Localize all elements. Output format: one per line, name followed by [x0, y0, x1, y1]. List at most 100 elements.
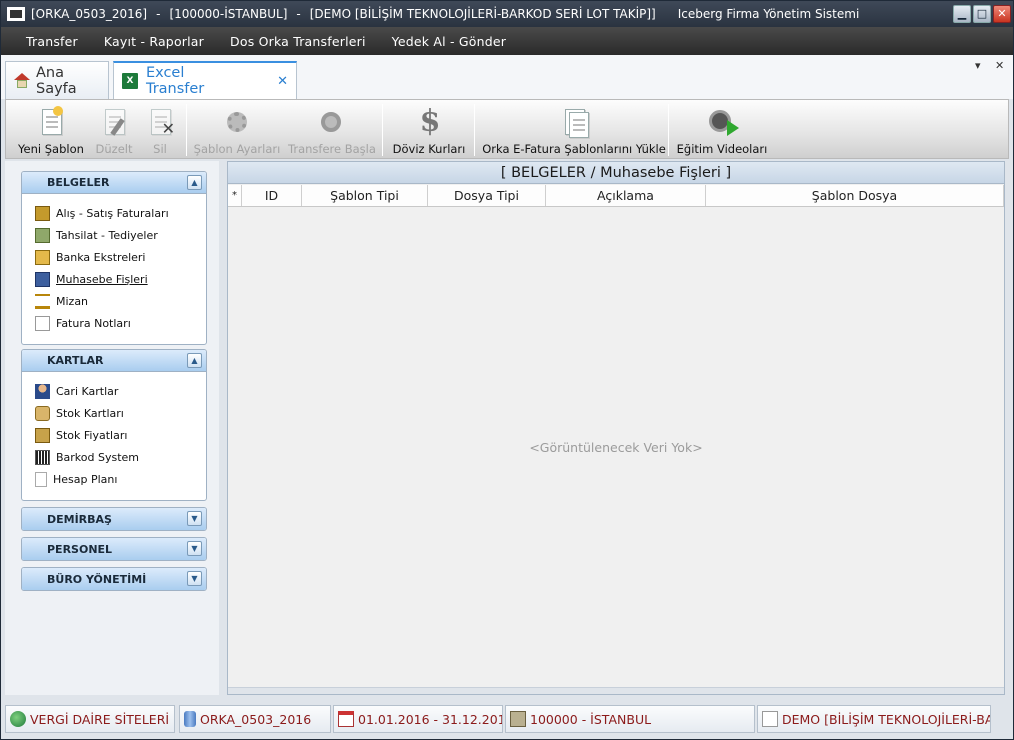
- maximize-button[interactable]: □: [973, 5, 991, 23]
- status-bar: VERGİ DAİRE SİTELERİ ORKA_0503_2016 01.0…: [1, 701, 1013, 739]
- grid-header-row: * ID Şablon Tipi Dosya Tipi Açıklama Şab…: [228, 185, 1004, 207]
- tab-excel-label: Excel Transfer: [145, 65, 205, 97]
- column-header-new-row[interactable]: *: [228, 185, 242, 206]
- nav-customer-cards[interactable]: Cari Kartlar: [35, 380, 206, 402]
- navigation-panel: BELGELER ▲ Alış - Satış Faturaları Tahsi…: [5, 161, 219, 695]
- scale-icon: [35, 293, 50, 309]
- tab-close-all-icon[interactable]: ✕: [995, 59, 1004, 72]
- group-personel[interactable]: PERSONEL ▼: [21, 537, 207, 561]
- nav-bank-statements[interactable]: Banka Ekstreleri: [35, 246, 206, 268]
- grid-splitter[interactable]: [228, 687, 1004, 694]
- main-window: [ORKA_0503_2016] - [100000-İSTANBUL] - […: [0, 0, 1014, 740]
- status-branch: 100000 - İSTANBUL: [505, 705, 755, 733]
- title-company: [DEMO [BİLİŞİM TEKNOLOJİLERİ-BARKOD SERİ…: [309, 7, 656, 21]
- dollar-icon: $: [419, 104, 441, 139]
- app-icon[interactable]: [7, 7, 25, 21]
- status-period: 01.01.2016 - 31.12.2016: [333, 705, 503, 733]
- video-icon: [707, 106, 739, 138]
- building-icon: [510, 711, 526, 727]
- nav-stock-prices[interactable]: Stok Fiyatları: [35, 424, 206, 446]
- tab-list-dropdown-icon[interactable]: ▾: [975, 59, 981, 72]
- template-settings-button[interactable]: Şablon Ayarları: [192, 104, 282, 156]
- collapse-icon[interactable]: ▲: [187, 175, 202, 190]
- status-company: DEMO [BİLİŞİM TEKNOLOJİLERİ-BARKOD SERİ …: [757, 705, 991, 733]
- box-icon: [35, 205, 50, 221]
- menu-records-reports[interactable]: Kayıt - Raporlar: [104, 34, 204, 49]
- group-demirbas[interactable]: DEMİRBAŞ ▼: [21, 507, 207, 531]
- toolbar: Yeni Şablon Düzelt ✕ Sil Şablon Ayarları…: [5, 99, 1009, 159]
- empty-grid-message: <Görüntülenecek Veri Yok>: [529, 440, 703, 455]
- nav-chart-of-accounts[interactable]: Hesap Planı: [35, 468, 206, 490]
- menu-backup-send[interactable]: Yedek Al - Gönder: [392, 34, 506, 49]
- minimize-button[interactable]: ▁: [953, 5, 971, 23]
- column-header-template-file[interactable]: Şablon Dosya: [706, 185, 1004, 206]
- transfer-icon: [316, 106, 346, 138]
- status-tax-office[interactable]: VERGİ DAİRE SİTELERİ: [5, 705, 175, 733]
- delete-document-icon: ✕: [145, 106, 175, 138]
- documents-icon: [559, 106, 589, 138]
- nav-invoice-notes[interactable]: Fatura Notları: [35, 312, 206, 334]
- note-icon: [35, 315, 50, 331]
- menu-bar: Transfer Kayıt - Raporlar Dos Orka Trans…: [1, 27, 1013, 55]
- group-buro-yonetimi[interactable]: BÜRO YÖNETİMİ ▼: [21, 567, 207, 591]
- new-template-button[interactable]: Yeni Şablon: [16, 104, 86, 156]
- title-branch: [100000-İSTANBUL]: [169, 7, 288, 21]
- status-database: ORKA_0503_2016: [179, 705, 331, 733]
- expand-icon[interactable]: ▼: [187, 511, 202, 526]
- menu-transfer[interactable]: Transfer: [26, 34, 78, 49]
- column-header-file-type[interactable]: Dosya Tipi: [428, 185, 546, 206]
- globe-icon: [10, 711, 26, 727]
- gear-icon: [222, 106, 252, 138]
- blank-document-icon: [35, 471, 47, 487]
- currency-rates-button[interactable]: $ Döviz Kurları: [390, 104, 468, 157]
- template-grid[interactable]: [ BELGELER / Muhasebe Fişleri ] * ID Şab…: [227, 161, 1005, 695]
- tab-home[interactable]: Ana Sayfa: [5, 61, 109, 99]
- group-kartlar-header[interactable]: KARTLAR ▲: [22, 350, 206, 372]
- group-belgeler: BELGELER ▲ Alış - Satış Faturaları Tahsi…: [21, 171, 207, 345]
- book-icon: [35, 249, 50, 265]
- expand-icon[interactable]: ▼: [187, 571, 202, 586]
- edit-document-icon: [99, 106, 129, 138]
- grid-title: [ BELGELER / Muhasebe Fişleri ]: [228, 162, 1004, 184]
- ledger-icon: [35, 271, 50, 287]
- nav-stock-cards[interactable]: Stok Kartları: [35, 402, 206, 424]
- database-icon: [184, 711, 196, 727]
- edit-button[interactable]: Düzelt: [90, 104, 138, 156]
- group-belgeler-header[interactable]: BELGELER ▲: [22, 172, 206, 194]
- new-document-icon: [36, 106, 66, 138]
- excel-icon: X: [122, 73, 138, 89]
- title-database: [ORKA_0503_2016]: [31, 7, 148, 21]
- title-bar[interactable]: [ORKA_0503_2016] - [100000-İSTANBUL] - […: [1, 1, 1013, 27]
- column-header-description[interactable]: Açıklama: [546, 185, 706, 206]
- training-videos-button[interactable]: Eğitim Videoları: [676, 104, 768, 156]
- expand-icon[interactable]: ▼: [187, 541, 202, 556]
- home-icon: [14, 72, 30, 89]
- user-icon: [35, 383, 50, 399]
- close-button[interactable]: ✕: [993, 5, 1011, 23]
- nav-trial-balance[interactable]: Mizan: [35, 290, 206, 312]
- money-icon: [35, 227, 50, 243]
- edit-note-icon: [762, 711, 778, 727]
- document-tab-strip: Ana Sayfa X Excel Transfer ✕ ▾ ✕: [1, 55, 1013, 99]
- calendar-icon: [338, 711, 354, 727]
- package-icon: [35, 405, 50, 421]
- collapse-icon[interactable]: ▲: [187, 353, 202, 368]
- group-kartlar: KARTLAR ▲ Cari Kartlar Stok Kartları Sto…: [21, 349, 207, 501]
- title-app-name: Iceberg Firma Yönetim Sistemi: [677, 7, 860, 21]
- title-separator: -: [296, 7, 301, 21]
- delete-button[interactable]: ✕ Sil: [140, 104, 180, 156]
- nav-accounting-vouchers[interactable]: Muhasebe Fişleri: [35, 268, 206, 290]
- column-header-id[interactable]: ID: [242, 185, 302, 206]
- load-efatura-templates-button[interactable]: Orka E-Fatura Şablonlarını Yükle: [482, 104, 666, 156]
- nav-barcode-system[interactable]: Barkod System: [35, 446, 206, 468]
- menu-dos-orka-transfers[interactable]: Dos Orka Transferleri: [230, 34, 366, 49]
- column-header-template-type[interactable]: Şablon Tipi: [302, 185, 428, 206]
- start-transfer-button[interactable]: Transfere Başla: [288, 104, 376, 156]
- tab-close-icon[interactable]: ✕: [277, 74, 288, 89]
- nav-purchase-sales-invoices[interactable]: Alış - Satış Faturaları: [35, 202, 206, 224]
- nav-collections-payments[interactable]: Tahsilat - Tediyeler: [35, 224, 206, 246]
- tab-excel-transfer[interactable]: X Excel Transfer ✕: [113, 61, 297, 99]
- barcode-icon: [35, 449, 50, 465]
- title-separator: -: [156, 7, 161, 21]
- price-tag-icon: [35, 427, 50, 443]
